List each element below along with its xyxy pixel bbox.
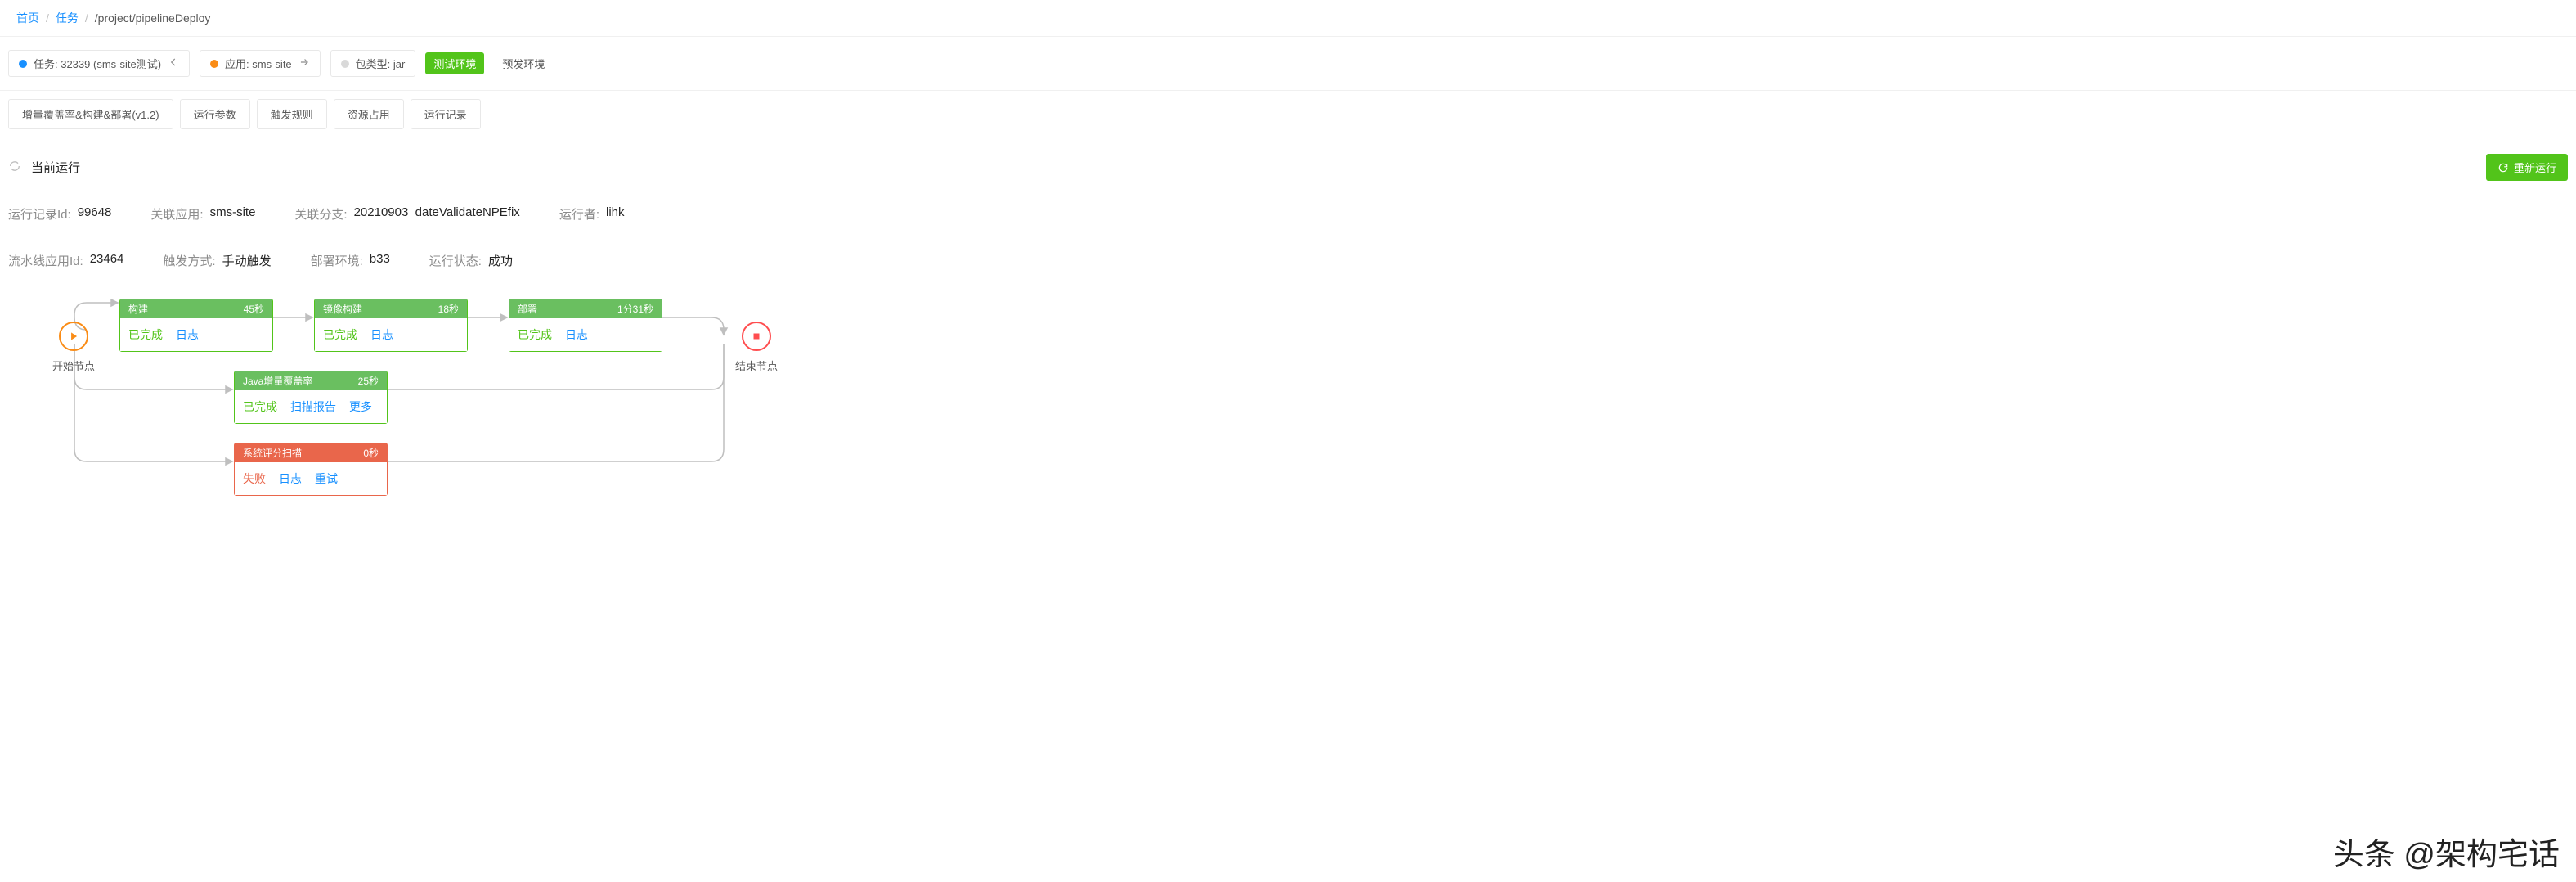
runner-label: 运行者: xyxy=(559,205,599,223)
deploy-env-value: b33 xyxy=(370,252,390,269)
retry-link[interactable]: 重试 xyxy=(315,470,338,487)
tab-run-params[interactable]: 运行参数 xyxy=(180,99,250,129)
task-tag[interactable]: 任务: 32339 (sms-site测试) xyxy=(8,50,190,77)
stage-time: 1分31秒 xyxy=(617,302,653,316)
stage-time: 18秒 xyxy=(438,302,459,316)
related-app-value: sms-site xyxy=(210,205,256,223)
start-node: 开始节点 xyxy=(59,322,88,351)
runner-value: lihk xyxy=(606,205,625,223)
related-branch-value: 20210903_dateValidateNPEfix xyxy=(354,205,520,223)
run-status-label: 运行状态: xyxy=(429,252,482,269)
trigger-type-label: 触发方式: xyxy=(163,252,215,269)
record-id-label: 运行记录Id: xyxy=(8,205,71,223)
breadcrumb-path: /project/pipelineDeploy xyxy=(95,11,211,25)
dot-icon xyxy=(19,60,27,68)
stage-image-build[interactable]: 镜像构建 18秒 已完成 日志 xyxy=(314,299,468,352)
pipeline-tabs: 增量覆盖率&构建&部署(v1.2) 运行参数 触发规则 资源占用 运行记录 xyxy=(0,91,2576,137)
env-pre-tag[interactable]: 预发环境 xyxy=(494,52,553,74)
arrow-left-icon xyxy=(168,56,179,70)
stage-status: 已完成 xyxy=(323,326,357,343)
stage-title: Java增量覆盖率 xyxy=(243,374,312,388)
app-tag-label: 应用: sms-site xyxy=(225,56,292,71)
package-tag[interactable]: 包类型: jar xyxy=(330,50,416,77)
watermark: 头条 @架构宅话 xyxy=(2333,829,2560,874)
log-link[interactable]: 日志 xyxy=(176,326,199,343)
breadcrumb-sep: / xyxy=(85,11,88,25)
stage-time: 25秒 xyxy=(358,374,379,388)
dot-icon xyxy=(341,60,349,68)
env-test-tag[interactable]: 测试环境 xyxy=(425,52,484,74)
tab-run-history[interactable]: 运行记录 xyxy=(411,99,481,129)
current-run-section: 当前运行 重新运行 运行记录Id: 99648 关联应用: sms-site 关联分… xyxy=(0,137,2576,610)
deploy-env-label: 部署环境: xyxy=(311,252,363,269)
stage-java-incremental-coverage[interactable]: Java增量覆盖率 25秒 已完成 扫描报告 更多 xyxy=(234,371,388,424)
stage-status: 失败 xyxy=(243,470,266,487)
end-node: 结束节点 xyxy=(742,322,771,351)
stage-time: 45秒 xyxy=(244,302,264,316)
reload-icon xyxy=(2497,162,2509,173)
refresh-icon[interactable] xyxy=(8,160,21,175)
stage-title: 镜像构建 xyxy=(323,302,362,316)
dot-icon xyxy=(210,60,218,68)
package-tag-label: 包类型: jar xyxy=(356,56,406,71)
run-status-value: 成功 xyxy=(488,252,513,269)
log-link[interactable]: 日志 xyxy=(279,470,302,487)
record-id-value: 99648 xyxy=(78,205,112,223)
log-link[interactable]: 日志 xyxy=(565,326,588,343)
stage-time: 0秒 xyxy=(363,446,379,460)
stage-system-score-scan[interactable]: 系统评分扫描 0秒 失败 日志 重试 xyxy=(234,443,388,496)
breadcrumb-tasks[interactable]: 任务 xyxy=(56,10,79,26)
breadcrumb-sep: / xyxy=(46,11,49,25)
stage-build[interactable]: 构建 45秒 已完成 日志 xyxy=(119,299,273,352)
rerun-label: 重新运行 xyxy=(2514,160,2556,175)
section-title: 当前运行 xyxy=(31,159,80,176)
end-node-label: 结束节点 xyxy=(735,358,778,373)
start-node-label: 开始节点 xyxy=(52,358,95,373)
play-icon xyxy=(68,331,79,342)
stop-icon xyxy=(752,331,761,341)
run-info-row-2: 流水线应用Id: 23464 触发方式: 手动触发 部署环境: b33 运行状态: 成功 xyxy=(8,252,2568,269)
pipeline-app-id-label: 流水线应用Id: xyxy=(8,252,83,269)
share-icon xyxy=(298,56,310,70)
log-link[interactable]: 日志 xyxy=(370,326,393,343)
task-tag-label: 任务: 32339 (sms-site测试) xyxy=(34,56,161,71)
tab-trigger-rules[interactable]: 触发规则 xyxy=(257,99,327,129)
app-tag[interactable]: 应用: sms-site xyxy=(200,50,321,77)
tab-resource-usage[interactable]: 资源占用 xyxy=(334,99,404,129)
rerun-button[interactable]: 重新运行 xyxy=(2486,154,2568,181)
trigger-type-value: 手动触发 xyxy=(222,252,272,269)
stage-title: 部署 xyxy=(518,302,537,316)
run-info-row-1: 运行记录Id: 99648 关联应用: sms-site 关联分支: 20210903… xyxy=(8,205,2568,223)
scan-report-link[interactable]: 扫描报告 xyxy=(290,398,336,415)
pipeline-app-id-value: 23464 xyxy=(90,252,124,269)
context-tags: 任务: 32339 (sms-site测试) 应用: sms-site 包类型:… xyxy=(0,37,2576,91)
tab-coverage-build-deploy[interactable]: 增量覆盖率&构建&部署(v1.2) xyxy=(8,99,173,129)
stage-status: 已完成 xyxy=(243,398,277,415)
stage-status: 已完成 xyxy=(128,326,163,343)
stage-title: 构建 xyxy=(128,302,148,316)
pipeline-graph: 开始节点 结束节点 构建 45秒 已完成 日志 镜像构建 18秒 已完成 日志 部署… xyxy=(41,299,2568,593)
related-branch-label: 关联分支: xyxy=(294,205,347,223)
breadcrumb: 首页 / 任务 / /project/pipelineDeploy xyxy=(0,0,2576,37)
stage-title: 系统评分扫描 xyxy=(243,446,302,460)
stage-deploy[interactable]: 部署 1分31秒 已完成 日志 xyxy=(509,299,662,352)
more-link[interactable]: 更多 xyxy=(349,398,372,415)
stage-status: 已完成 xyxy=(518,326,552,343)
related-app-label: 关联应用: xyxy=(150,205,203,223)
breadcrumb-home[interactable]: 首页 xyxy=(16,10,39,26)
